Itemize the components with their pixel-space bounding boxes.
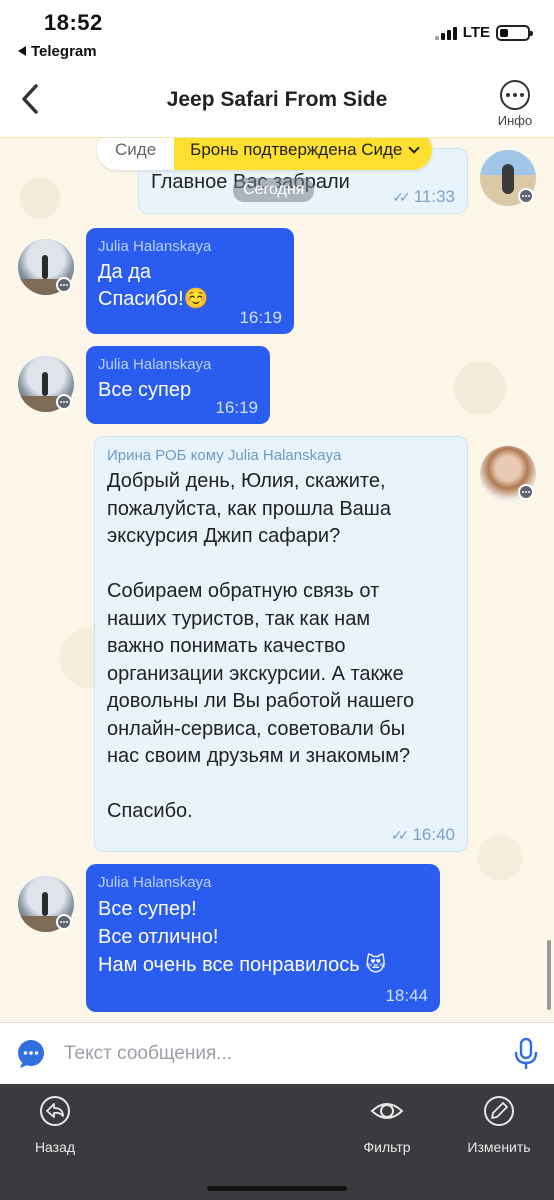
info-label: Инфо <box>497 113 533 128</box>
message-bubble[interactable]: Julia Halanskaya Да да Спасибо!☺️ 16:19 <box>86 228 294 334</box>
message-time: 18:44 <box>385 986 428 1005</box>
message-sender: Julia Halanskaya <box>98 356 212 373</box>
avatar-badge-icon <box>56 394 72 410</box>
avatar-badge-icon <box>56 277 72 293</box>
edit-pencil-icon <box>484 1096 514 1126</box>
message-sender: Julia Halanskaya <box>98 238 212 255</box>
message-recipient: Julia Halanskaya <box>227 447 342 464</box>
filter-status-dropdown[interactable]: Бронь подтверждена Сиде <box>174 138 433 170</box>
edit-label: Изменить <box>467 1139 531 1155</box>
page-title: Jeep Safari From Side <box>166 88 388 111</box>
message-time: ✓✓ 11:33 <box>392 187 455 206</box>
status-indicators: LTE <box>434 24 533 41</box>
avatar-badge-icon <box>518 188 534 204</box>
home-indicator[interactable] <box>207 1186 347 1191</box>
date-badge: Сегодня <box>233 178 315 202</box>
back-triangle-icon <box>18 46 26 57</box>
more-icon <box>500 80 530 110</box>
chevron-down-icon <box>408 142 421 154</box>
message-bubble[interactable]: Julia Halanskaya Все супер! Все отлично!… <box>86 864 440 1012</box>
message-header: Ирина РОБ кому Julia Halanskaya <box>107 447 457 464</box>
filter-city[interactable]: Сиде <box>97 138 175 170</box>
message-sender: Ирина РОБ <box>107 447 187 464</box>
message-text: Все супер! Все отлично! Нам очень все по… <box>98 898 387 976</box>
chat-area[interactable]: Albatross Travel Turkey Главное Вас забр… <box>0 138 554 1022</box>
network-label: LTE <box>462 24 490 41</box>
bottom-toolbar: Назад Фильтр Изменить <box>0 1084 554 1200</box>
message-time: 16:19 <box>215 398 258 417</box>
status-bar: 18:52 Telegram LTE <box>0 0 554 68</box>
info-button[interactable]: Инфо <box>492 80 538 128</box>
message-time: ✓✓ 16:40 <box>390 825 455 844</box>
message-to-label: кому <box>190 447 224 464</box>
message-bubble[interactable]: Julia Halanskaya Все супер 16:19 <box>86 346 270 424</box>
avatar-badge-icon <box>518 484 534 500</box>
chat-scrollbar[interactable] <box>547 940 551 1010</box>
back-label: Назад <box>34 1139 76 1155</box>
message-text: Добрый день, Юлия, скажите, пожалуйста, … <box>107 470 415 822</box>
message-time: 16:19 <box>239 308 282 327</box>
signal-icon <box>434 26 457 40</box>
message-input[interactable] <box>64 1033 494 1075</box>
chat-bubble-icon[interactable] <box>16 1039 46 1069</box>
filter-label: Фильтр <box>363 1139 411 1155</box>
eye-icon <box>370 1103 404 1119</box>
message-sender: Julia Halanskaya <box>98 874 212 891</box>
back-to-app-link[interactable]: Telegram <box>18 43 97 60</box>
read-ticks-icon: ✓✓ <box>390 827 410 843</box>
message-input-bar <box>0 1022 554 1084</box>
back-app-label: Telegram <box>31 43 97 60</box>
read-ticks-icon: ✓✓ <box>392 189 411 205</box>
microphone-icon[interactable] <box>512 1037 540 1071</box>
back-arrow-icon <box>40 1096 70 1126</box>
back-button[interactable]: Назад <box>24 1094 86 1155</box>
filter-segmented-control[interactable]: Сиде Бронь подтверждена Сиде <box>97 138 433 170</box>
avatar-badge-icon <box>56 914 72 930</box>
status-time: 18:52 <box>44 10 103 35</box>
message-bubble[interactable]: Ирина РОБ кому Julia Halanskaya Добрый д… <box>94 436 468 852</box>
battery-icon <box>496 24 533 41</box>
filter-button[interactable]: Фильтр <box>356 1094 418 1155</box>
message-text: Да да Спасибо!☺️ <box>98 261 209 310</box>
chat-header: Jeep Safari From Side Инфо <box>0 68 554 138</box>
edit-button[interactable]: Изменить <box>460 1094 538 1155</box>
